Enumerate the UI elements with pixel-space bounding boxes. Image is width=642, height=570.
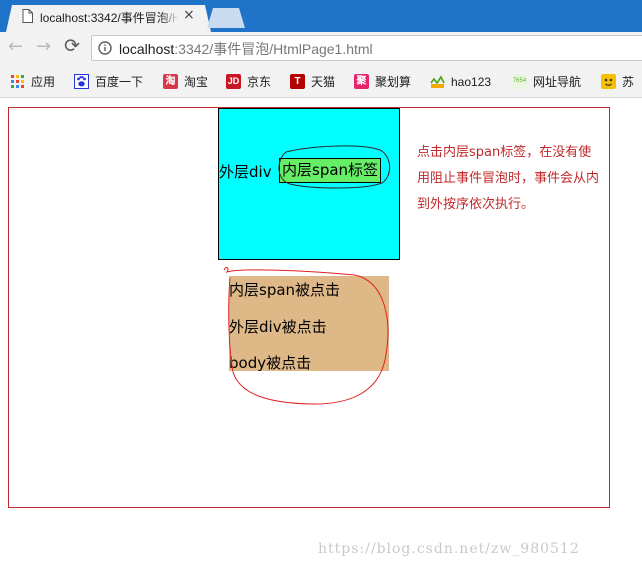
tab-strip: localhost:3342/事件冒泡/HtmlPage1.html × [0, 0, 642, 32]
suning-icon [601, 74, 616, 89]
bookmark-juhuasuan[interactable]: 聚 聚划算 [354, 73, 411, 90]
address-bar-url[interactable]: localhost:3342/事件冒泡/HtmlPage1.html [119, 39, 373, 59]
log-line: body被点击 [229, 354, 312, 372]
bookmark-baidu[interactable]: 百度一下 [74, 73, 143, 90]
info-icon[interactable] [98, 41, 112, 55]
jd-icon: JD [226, 74, 241, 89]
7654-nav-icon: 7654 [512, 74, 527, 89]
new-tab-button[interactable] [207, 8, 245, 28]
log-line: 内层span被点击 [229, 281, 341, 299]
forward-button[interactable]: → [36, 38, 51, 56]
baidu-paw-icon [74, 74, 89, 89]
bookmark-jd[interactable]: JD 京东 [226, 73, 271, 90]
url-path: :3342/事件冒泡/HtmlPage1.html [174, 41, 373, 57]
url-host: localhost [119, 41, 175, 57]
bookmark-wangzhi-daohang[interactable]: 7654 网址导航 [512, 73, 581, 90]
tab-title: localhost:3342/事件冒泡/HtmlPage1.html [40, 11, 178, 25]
taobao-icon: 淘 [163, 74, 178, 89]
explanation-note: 点击内层span标签，在没有使用阻止事件冒泡时，事件会从内到外按序依次执行。 [417, 145, 600, 212]
reload-button[interactable]: ⟳ [64, 37, 80, 56]
bookmark-hao123[interactable]: hao123 [430, 73, 491, 90]
outer-div[interactable] [218, 108, 400, 260]
tmall-icon: T [290, 74, 305, 89]
close-tab-icon[interactable]: × [183, 7, 195, 23]
document-icon [22, 9, 33, 23]
outer-div-label: 外层div [219, 163, 272, 181]
log-line: 外层div被点击 [229, 318, 327, 336]
bookmark-taobao[interactable]: 淘 淘宝 [163, 73, 208, 90]
back-button[interactable]: ← [8, 38, 23, 56]
juhuasuan-icon: 聚 [354, 74, 369, 89]
inner-span[interactable]: 内层span标签 [279, 158, 382, 183]
bookmark-suning[interactable]: 苏 [601, 73, 634, 90]
hao123-icon [430, 75, 445, 88]
apps-grid-icon [11, 75, 24, 88]
bookmark-apps[interactable]: 应用 [10, 73, 55, 90]
watermark: https://blog.csdn.net/zw_980512 [318, 541, 580, 557]
bookmark-tmall[interactable]: T 天猫 [290, 73, 335, 90]
